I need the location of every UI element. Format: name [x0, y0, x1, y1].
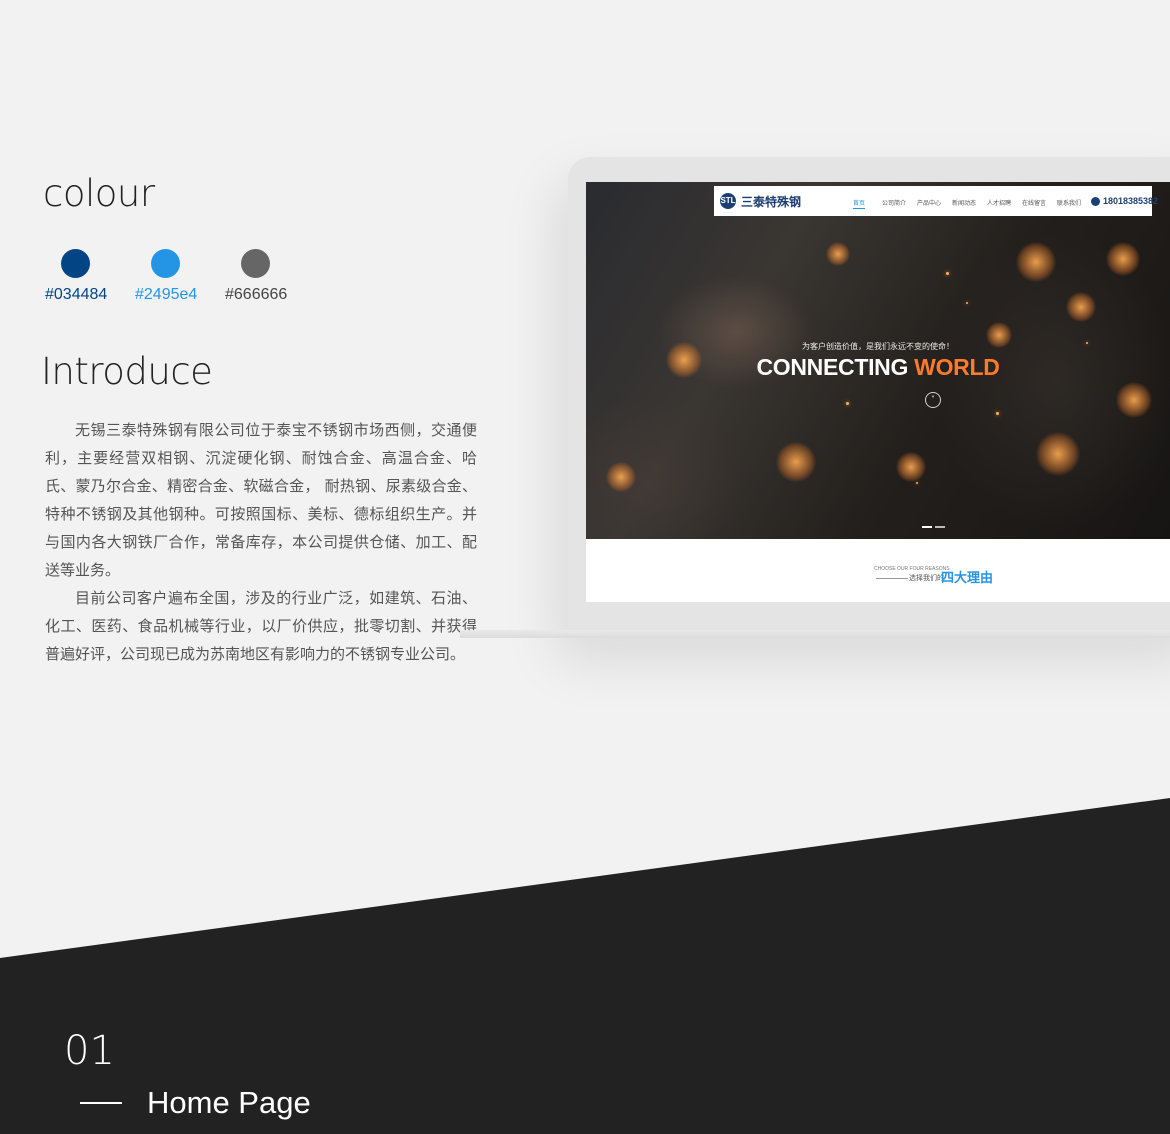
site-navbar: STL 三泰特殊钢 首页 公司简介 产品中心 新闻动态 人才招聘 在线留言 联系…	[714, 186, 1158, 216]
spark	[996, 412, 999, 415]
spark	[1116, 382, 1152, 418]
spark	[1016, 242, 1056, 282]
nav-item-home[interactable]: 首页	[853, 198, 866, 209]
dark-diagonal-band	[0, 798, 1170, 1134]
spark	[776, 442, 816, 482]
scroll-down-icon[interactable]: ˅	[925, 392, 941, 408]
phone-number: 18018385382	[1103, 196, 1159, 206]
website-screenshot: STL 三泰特殊钢 首页 公司简介 产品中心 新闻动态 人才招聘 在线留言 联系…	[586, 182, 1170, 602]
spark	[896, 452, 926, 482]
spark	[1066, 292, 1096, 322]
section-dash	[80, 1102, 122, 1104]
nav-item-products[interactable]: 产品中心	[917, 198, 941, 207]
nav-item-news[interactable]: 新闻动态	[952, 198, 976, 207]
swatch-navy	[61, 249, 90, 278]
nav-item-message[interactable]: 在线留言	[1022, 198, 1046, 207]
phone-icon	[1091, 197, 1100, 206]
hero-banner: STL 三泰特殊钢 首页 公司简介 产品中心 新闻动态 人才招聘 在线留言 联系…	[586, 182, 1170, 539]
nav-item-about[interactable]: 公司简介	[882, 198, 906, 207]
introduce-body: 无锡三泰特殊钢有限公司位于泰宝不锈钢市场西侧，交通便利，主要经营双相钢、沉淀硬化…	[45, 416, 477, 668]
hero-subtitle: 为客户创造价值，是我们永远不变的使命！	[802, 342, 954, 351]
spark	[826, 242, 850, 266]
reasons-prefix: 选择我们的	[909, 574, 944, 582]
reasons-subtitle-en: CHOOSE OUR FOUR REASONS	[874, 566, 950, 572]
section-label: Home Page	[147, 1085, 311, 1120]
spark	[606, 462, 636, 492]
spark	[846, 402, 849, 405]
slider-dot[interactable]	[935, 526, 945, 528]
swatch-navy-code: #034484	[45, 286, 108, 303]
hero-headline-accent: WORLD	[914, 354, 1000, 380]
introduce-paragraph-2: 目前公司客户遍布全国，涉及的行业广泛，如建筑、石油、化工、医药、食品机械等行业，…	[45, 589, 477, 663]
slider-dot[interactable]	[922, 526, 932, 528]
reasons-title: 四大理由	[941, 571, 994, 586]
swatch-gray-code: #666666	[225, 286, 288, 303]
spark	[966, 302, 968, 304]
hero-headline-white: CONNECTING	[756, 354, 915, 380]
reasons-divider	[876, 578, 908, 579]
colour-heading: colour	[43, 172, 155, 215]
spark	[1036, 432, 1080, 476]
swatch-blue-code: #2495e4	[135, 286, 198, 303]
introduce-heading: Introduce	[41, 350, 213, 393]
spark	[1106, 242, 1140, 276]
logo-icon[interactable]: STL	[720, 193, 736, 209]
spark	[946, 272, 949, 275]
laptop-base	[460, 630, 1170, 638]
nav-item-jobs[interactable]: 人才招聘	[987, 198, 1011, 207]
swatch-gray	[241, 249, 270, 278]
introduce-paragraph-1: 无锡三泰特殊钢有限公司位于泰宝不锈钢市场西侧，交通便利，主要经营双相钢、沉淀硬化…	[45, 421, 477, 579]
hero-headline: CONNECTING WORLD	[586, 354, 1170, 381]
section-number: 01	[64, 1028, 115, 1074]
nav-item-contact[interactable]: 联系我们	[1057, 198, 1081, 207]
swatch-blue	[151, 249, 180, 278]
site-logo-text[interactable]: 三泰特殊钢	[741, 193, 801, 210]
spark	[916, 482, 918, 484]
